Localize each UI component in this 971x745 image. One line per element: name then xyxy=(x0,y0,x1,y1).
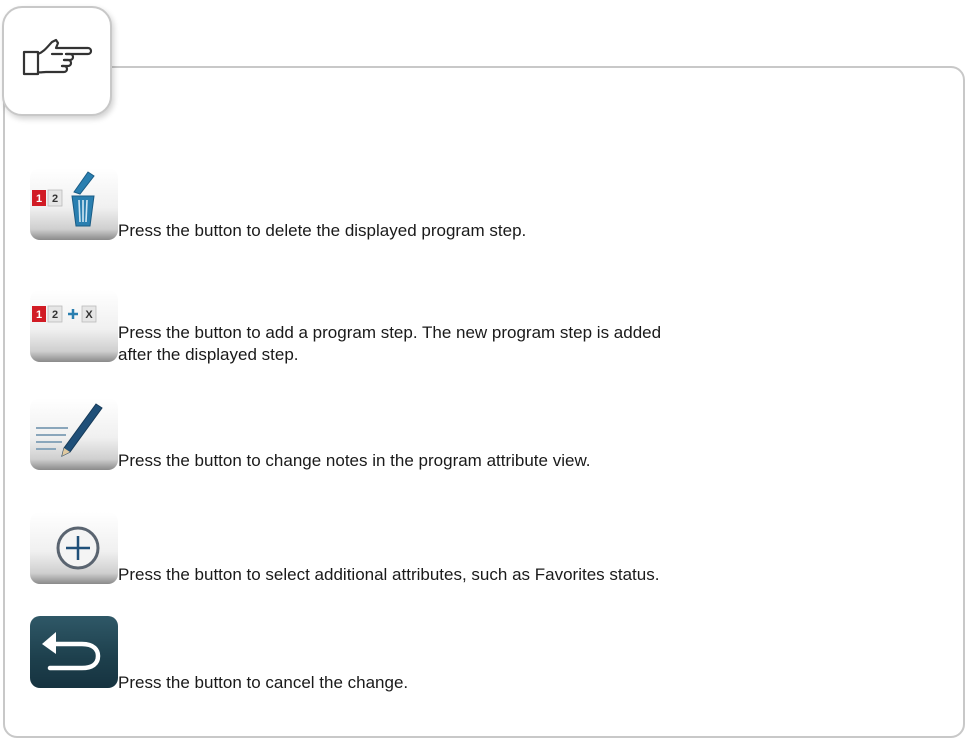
additional-attributes-button[interactable] xyxy=(30,512,118,584)
delete-step-button[interactable]: 1 2 xyxy=(30,168,118,240)
add-step-description-line2: after the displayed step. xyxy=(118,345,299,364)
plus-circle-icon xyxy=(56,526,100,570)
cancel-change-row: Press the button to cancel the change. xyxy=(30,616,930,692)
svg-text:1: 1 xyxy=(36,193,42,205)
edit-notes-pen-icon xyxy=(36,403,103,457)
edit-notes-row: Press the button to change notes in the … xyxy=(30,398,930,470)
svg-text:X: X xyxy=(85,309,93,321)
svg-text:2: 2 xyxy=(52,309,58,321)
svg-text:1: 1 xyxy=(36,309,42,321)
delete-step-description: Press the button to delete the displayed… xyxy=(118,221,527,240)
back-arrow-icon xyxy=(42,632,101,671)
delete-program-step-icon: 1 2 xyxy=(32,171,95,227)
note-tab xyxy=(2,6,112,116)
add-step-description-line1: Press the button to add a program step. … xyxy=(118,323,662,342)
cancel-change-button[interactable] xyxy=(30,616,118,688)
additional-attributes-row: Press the button to select additional at… xyxy=(30,512,930,584)
add-step-button[interactable]: 1 2 X xyxy=(30,290,118,362)
add-program-step-icon: 1 2 X xyxy=(32,305,97,323)
edit-notes-description: Press the button to change notes in the … xyxy=(118,451,591,470)
cancel-change-description: Press the button to cancel the change. xyxy=(118,673,409,692)
svg-text:2: 2 xyxy=(52,193,58,205)
delete-step-row: 1 2 Press the button to delete the displ… xyxy=(30,168,930,240)
pointing-hand-icon xyxy=(22,38,93,76)
add-step-row: 1 2 X Press the button to add a program … xyxy=(30,290,930,364)
additional-attributes-description: Press the button to select additional at… xyxy=(118,565,660,584)
edit-notes-button[interactable] xyxy=(30,398,118,470)
